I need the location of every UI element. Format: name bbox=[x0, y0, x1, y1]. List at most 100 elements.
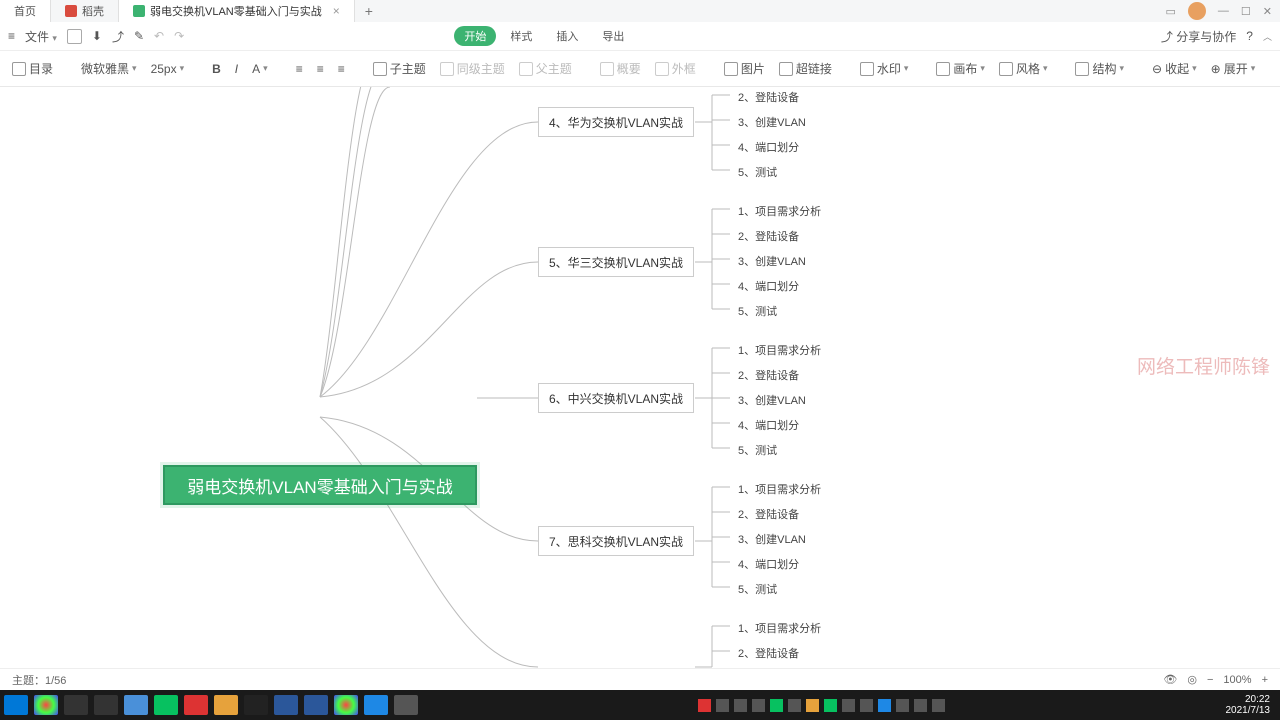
tb-size[interactable]: 25px▾ bbox=[151, 62, 185, 76]
app-icon-6[interactable] bbox=[394, 695, 418, 715]
leaf-node[interactable]: 1、项目需求分析 bbox=[738, 481, 821, 497]
start-button[interactable] bbox=[4, 695, 28, 715]
root-node[interactable]: 弱电交换机VLAN零基础入门与实战 bbox=[163, 465, 477, 505]
help-icon[interactable]: ? bbox=[1246, 29, 1253, 43]
connectors bbox=[0, 87, 1280, 668]
word-icon-2[interactable] bbox=[304, 695, 328, 715]
menu-hamburger-icon[interactable]: ≡ bbox=[8, 29, 15, 43]
leaf-node[interactable]: 2、登陆设备 bbox=[738, 367, 799, 383]
zoom-out-icon[interactable]: − bbox=[1207, 674, 1213, 686]
branch-node[interactable]: 4、华为交换机VLAN实战 bbox=[538, 107, 694, 137]
word-icon[interactable] bbox=[274, 695, 298, 715]
pdf-icon bbox=[65, 5, 77, 17]
mindmap-canvas[interactable]: 弱电交换机VLAN零基础入门与实战 4、华为交换机VLAN实战 2、登陆设备 3、创… bbox=[0, 87, 1280, 668]
tb-structure[interactable]: 结构▾ bbox=[1075, 60, 1124, 77]
menu-start[interactable]: 开始 bbox=[454, 26, 496, 46]
leaf-node[interactable]: 3、创建VLAN bbox=[738, 253, 806, 269]
app-icon-5[interactable] bbox=[364, 695, 388, 715]
tab-home[interactable]: 首页 bbox=[0, 0, 51, 22]
app-icon-1[interactable] bbox=[64, 695, 88, 715]
wechat-icon[interactable] bbox=[154, 695, 178, 715]
export-icon[interactable]: ⤴ bbox=[112, 28, 124, 45]
tb-font[interactable]: 微软雅黑▾ bbox=[81, 60, 137, 77]
share-button[interactable]: ⤴ 分享与协作 bbox=[1161, 28, 1236, 45]
leaf-node[interactable]: 4、端口划分 bbox=[738, 556, 799, 572]
chrome-icon[interactable] bbox=[34, 695, 58, 715]
menu-style[interactable]: 样式 bbox=[500, 26, 542, 46]
tb-link[interactable]: 超链接 bbox=[779, 60, 832, 77]
tb-bold[interactable]: B bbox=[212, 62, 221, 76]
target-icon[interactable]: ◎ bbox=[1187, 673, 1197, 686]
leaf-node[interactable]: 1、项目需求分析 bbox=[738, 342, 821, 358]
tab-active[interactable]: 弱电交换机VLAN零基础入门与实战 × bbox=[119, 0, 355, 22]
leaf-node[interactable]: 5、测试 bbox=[738, 442, 777, 458]
statusbar: 主题：1/56 👁 ◎ − 100% + bbox=[0, 668, 1280, 690]
app-icon-4[interactable] bbox=[214, 695, 238, 715]
leaf-node[interactable]: 2、登陆设备 bbox=[738, 645, 799, 661]
leaf-node[interactable]: 4、端口划分 bbox=[738, 139, 799, 155]
branch-node[interactable]: 6、中兴交换机VLAN实战 bbox=[538, 383, 694, 413]
leaf-node[interactable]: 3、创建VLAN bbox=[738, 114, 806, 130]
app-icon-2[interactable] bbox=[94, 695, 118, 715]
leaf-node[interactable]: 2、登陆设备 bbox=[738, 228, 799, 244]
close-icon[interactable]: × bbox=[333, 4, 340, 18]
download-icon[interactable]: ⬇ bbox=[92, 29, 102, 43]
leaf-node[interactable]: 4、端口划分 bbox=[738, 278, 799, 294]
clock[interactable]: 20:222021/7/13 bbox=[1226, 694, 1277, 716]
tab-add[interactable]: + bbox=[355, 3, 383, 19]
leaf-node[interactable]: 1、项目需求分析 bbox=[738, 203, 821, 219]
tab-pdf[interactable]: 稻壳 bbox=[51, 0, 119, 22]
tb-canvas[interactable]: 画布▾ bbox=[936, 60, 985, 77]
redo-icon[interactable]: ↷ bbox=[174, 29, 184, 43]
tb-expand[interactable]: ⊕ 展开▾ bbox=[1211, 60, 1256, 77]
tb-parent: 父主题 bbox=[519, 60, 572, 77]
app-icon-3[interactable] bbox=[124, 695, 148, 715]
leaf-node[interactable]: 3、创建VLAN bbox=[738, 531, 806, 547]
system-tray[interactable] bbox=[698, 699, 945, 712]
leaf-node[interactable]: 2、登陆设备 bbox=[738, 506, 799, 522]
zoom-level: 100% bbox=[1223, 674, 1251, 686]
new-doc-icon[interactable] bbox=[67, 29, 82, 44]
tb-collapse[interactable]: ⊖ 收起▾ bbox=[1152, 60, 1197, 77]
tb-subtopic[interactable]: 子主题 bbox=[373, 60, 426, 77]
maximize-icon[interactable]: ☐ bbox=[1241, 5, 1251, 18]
tb-image[interactable]: 图片 bbox=[724, 60, 765, 77]
tab-pdf-label: 稻壳 bbox=[82, 3, 104, 19]
minimize-icon[interactable]: — bbox=[1218, 5, 1229, 17]
tb-catalog[interactable]: 目录 bbox=[12, 60, 53, 77]
menu-file[interactable]: 文件 ▾ bbox=[25, 28, 57, 45]
tab-active-label: 弱电交换机VLAN零基础入门与实战 bbox=[150, 3, 322, 19]
wps-icon[interactable] bbox=[184, 695, 208, 715]
tb-summary: 概要 bbox=[600, 60, 641, 77]
toolbar: 目录 微软雅黑▾ 25px▾ B I A▾ ≡ ≡ ≡ 子主题 同级主题 父主题… bbox=[0, 51, 1280, 87]
zoom-in-icon[interactable]: + bbox=[1262, 674, 1268, 686]
tb-align-center[interactable]: ≡ bbox=[317, 62, 324, 76]
tb-align-right[interactable]: ≡ bbox=[338, 62, 345, 76]
leaf-node[interactable]: 5、测试 bbox=[738, 164, 777, 180]
tb-styletheme[interactable]: 风格▾ bbox=[999, 60, 1048, 77]
tb-watermark[interactable]: 水印▾ bbox=[860, 60, 909, 77]
leaf-node[interactable]: 3、创建VLAN bbox=[738, 392, 806, 408]
menu-export[interactable]: 导出 bbox=[592, 26, 634, 46]
grid-icon[interactable]: ▭ bbox=[1166, 5, 1176, 18]
terminal-icon[interactable] bbox=[244, 695, 268, 715]
menu-insert[interactable]: 插入 bbox=[546, 26, 588, 46]
leaf-node[interactable]: 1、项目需求分析 bbox=[738, 620, 821, 636]
leaf-node[interactable]: 5、测试 bbox=[738, 303, 777, 319]
avatar[interactable] bbox=[1188, 2, 1206, 20]
branch-node[interactable]: 5、华三交换机VLAN实战 bbox=[538, 247, 694, 277]
branch-node[interactable]: 7、思科交换机VLAN实战 bbox=[538, 526, 694, 556]
tb-align-left[interactable]: ≡ bbox=[296, 62, 303, 76]
chrome-icon-2[interactable] bbox=[334, 695, 358, 715]
tb-italic[interactable]: I bbox=[235, 62, 238, 76]
close-window-icon[interactable]: ✕ bbox=[1263, 5, 1272, 18]
brush-icon[interactable]: ✎ bbox=[134, 29, 144, 43]
leaf-node[interactable]: 5、测试 bbox=[738, 581, 777, 597]
leaf-node[interactable]: 2、登陆设备 bbox=[738, 89, 799, 105]
undo-icon[interactable]: ↶ bbox=[154, 29, 164, 43]
eye-icon[interactable]: 👁 bbox=[1163, 673, 1177, 686]
collapse-ribbon-icon[interactable]: ︿ bbox=[1263, 30, 1272, 43]
titlebar: 首页 稻壳 弱电交换机VLAN零基础入门与实战 × + ▭ — ☐ ✕ bbox=[0, 0, 1280, 22]
tb-fontcolor[interactable]: A▾ bbox=[252, 62, 268, 76]
leaf-node[interactable]: 4、端口划分 bbox=[738, 417, 799, 433]
